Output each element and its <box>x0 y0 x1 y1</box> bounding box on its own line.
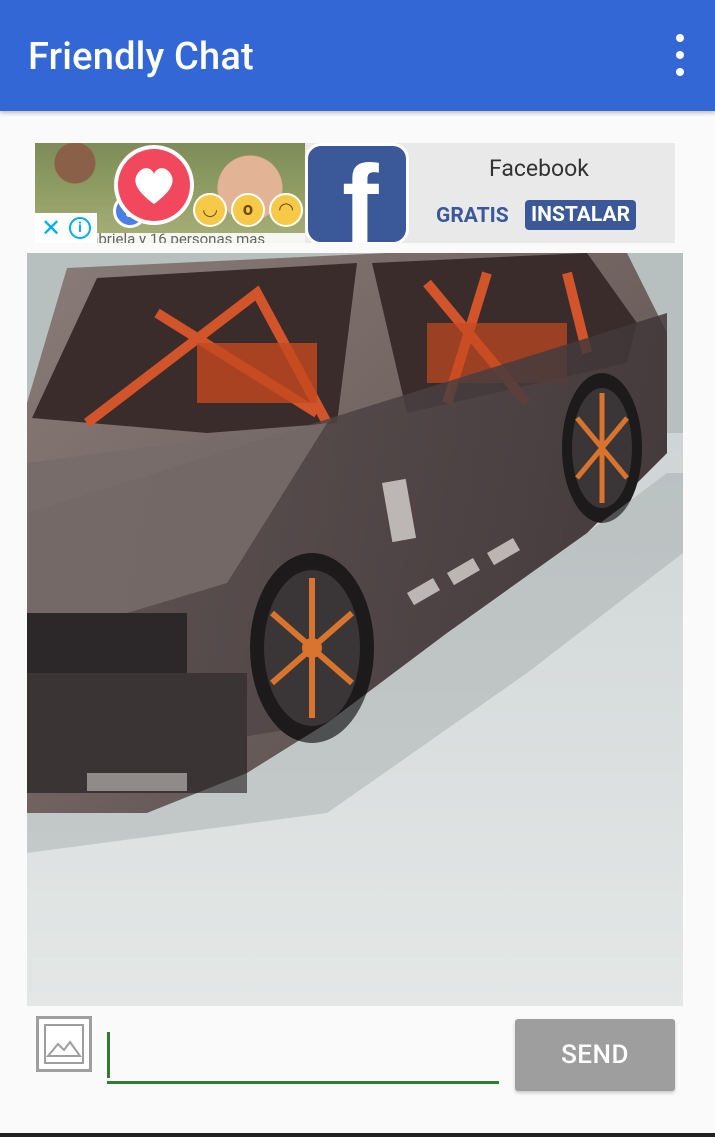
adchoices[interactable]: ✕ i <box>35 213 97 243</box>
car-photo <box>27 253 683 1006</box>
overflow-dot <box>676 34 684 42</box>
more-vert-icon[interactable] <box>665 34 695 76</box>
overflow-dot <box>676 51 684 59</box>
wow-emoji-icon: o <box>231 193 265 227</box>
app-bar: Friendly Chat <box>0 0 715 111</box>
text-cursor <box>107 1032 110 1078</box>
image-icon[interactable] <box>36 1016 92 1072</box>
app-title: Friendly Chat <box>28 35 254 79</box>
send-button[interactable]: SEND <box>515 1019 675 1091</box>
image-icon-frame <box>44 1024 84 1064</box>
bottom-edge <box>0 1133 715 1137</box>
ad-title: Facebook <box>489 155 589 182</box>
love-reaction-icon <box>114 145 194 225</box>
install-button[interactable]: INSTALAR <box>525 200 637 230</box>
overflow-dot <box>676 68 684 76</box>
message-image[interactable] <box>27 253 683 1006</box>
sad-emoji-icon: ◠ <box>269 193 303 227</box>
laugh-emoji-icon: ◡ <box>193 193 227 227</box>
facebook-logo-letter: f <box>342 143 379 243</box>
close-icon[interactable]: ✕ <box>41 216 61 240</box>
info-icon[interactable]: i <box>69 217 92 239</box>
ad-price-label: GRATIS <box>436 204 509 228</box>
image-mountain-glyph <box>46 1040 82 1057</box>
message-input[interactable] <box>107 1024 499 1084</box>
ad-caption: Gabriela y 16 personas mas <box>80 230 266 243</box>
facebook-logo-icon: f <box>305 143 409 243</box>
